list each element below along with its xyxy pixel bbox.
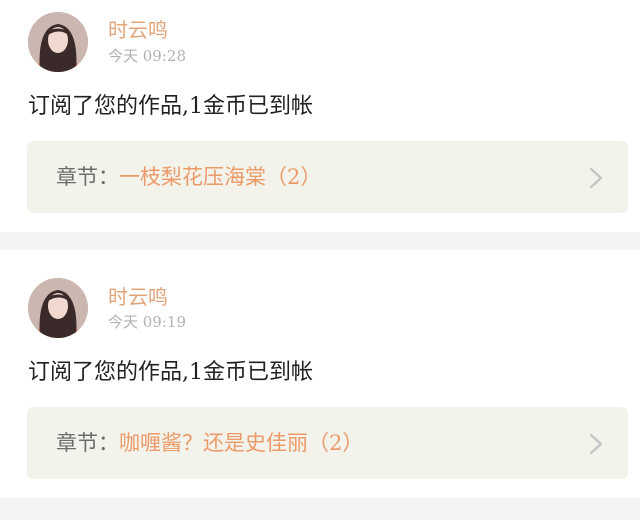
- timestamp: 今天 09:19: [108, 313, 186, 331]
- chapter-title: 咖喱酱？还是史佳丽（2）: [119, 431, 364, 455]
- chevron-right-icon: [589, 433, 603, 455]
- chapter-link[interactable]: 章节：一枝梨花压海棠（2）: [27, 141, 628, 213]
- chapter-link[interactable]: 章节：咖喱酱？还是史佳丽（2）: [27, 407, 628, 479]
- avatar-icon: [28, 278, 88, 338]
- chapter-title: 一枝梨花压海棠（2）: [119, 165, 322, 189]
- avatar-icon: [28, 12, 88, 72]
- username[interactable]: 时云鸣: [108, 18, 168, 42]
- chapter-label: 章节：: [56, 165, 119, 189]
- user-avatar[interactable]: [28, 12, 88, 72]
- chevron-right-icon: [589, 167, 603, 189]
- username[interactable]: 时云鸣: [108, 285, 168, 309]
- notification-card: 时云鸣 今天 09:28 订阅了您的作品,1金币已到帐 章节：一枝梨花压海棠（2…: [0, 0, 640, 232]
- notification-message: 订阅了您的作品,1金币已到帐: [28, 360, 313, 385]
- chapter-label: 章节：: [56, 431, 119, 455]
- user-avatar[interactable]: [28, 278, 88, 338]
- notification-card: 时云鸣 今天 09:19 订阅了您的作品,1金币已到帐 章节：咖喱酱？还是史佳丽…: [0, 250, 640, 498]
- timestamp: 今天 09:28: [108, 47, 186, 65]
- chapter-text: 章节：咖喱酱？还是史佳丽（2）: [56, 429, 363, 457]
- chapter-text: 章节：一枝梨花压海棠（2）: [56, 163, 321, 191]
- notification-message: 订阅了您的作品,1金币已到帐: [28, 94, 313, 119]
